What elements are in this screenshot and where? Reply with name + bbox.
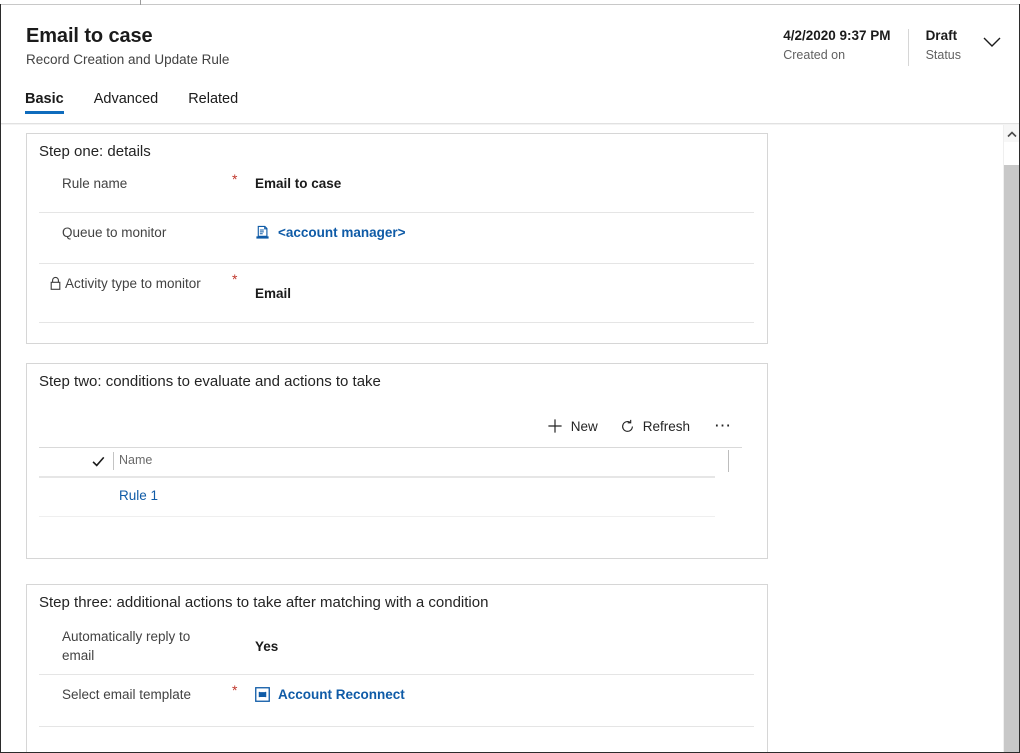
record-type-subtitle: Record Creation and Update Rule <box>26 52 230 67</box>
created-on-value: 4/2/2020 9:37 PM <box>783 28 891 43</box>
field-row-queue-to-monitor: Queue to monitor <account manager> <box>39 213 754 264</box>
tab-advanced[interactable]: Advanced <box>94 91 159 114</box>
section-step-one: Step one: details Rule name * Email to c… <box>26 133 768 344</box>
refresh-icon <box>620 419 635 434</box>
refresh-button[interactable]: Refresh <box>612 411 698 441</box>
header-field-separator <box>907 29 909 66</box>
section-title-step-one: Step one: details <box>39 143 151 160</box>
subgrid-toolbar: New Refresh ⋯ <box>39 408 754 444</box>
chevron-down-icon <box>983 35 1001 53</box>
tab-basic[interactable]: Basic <box>25 91 64 114</box>
required-indicator: * <box>232 171 238 187</box>
field-label-activity-type-text: Activity type to monitor <box>65 276 201 291</box>
email-template-icon <box>255 687 270 702</box>
field-label-email-template: Select email template <box>62 687 192 702</box>
form-content-area: Step one: details Rule name * Email to c… <box>1 125 1003 752</box>
table-row[interactable]: Rule 1 <box>39 478 742 516</box>
status-label: Status <box>925 48 961 62</box>
status-field: Draft Status <box>907 27 969 66</box>
subgrid-header-row: Name <box>39 448 742 476</box>
section-title-step-three: Step three: additional actions to take a… <box>39 594 489 611</box>
form-tabs: Basic Advanced Related <box>25 91 268 114</box>
field-value-email-template[interactable]: Account Reconnect <box>255 685 405 704</box>
refresh-button-label: Refresh <box>642 418 690 434</box>
field-label-activity-type: Activity type to monitor <box>49 274 225 293</box>
page-title: Email to case <box>26 25 153 47</box>
column-separator <box>113 452 114 470</box>
scrollbar-thumb[interactable] <box>1004 165 1019 752</box>
vertical-scrollbar[interactable] <box>1003 125 1019 752</box>
field-value-auto-reply[interactable]: Yes <box>255 637 278 656</box>
field-value-queue-to-monitor[interactable]: <account manager> <box>255 223 406 242</box>
field-row-email-template: Select email template * Account Reconnec… <box>39 675 754 727</box>
new-button[interactable]: New <box>539 411 606 441</box>
status-value: Draft <box>925 28 958 43</box>
section-step-two: Step two: conditions to evaluate and act… <box>26 363 768 559</box>
field-value-email-template-label: Account Reconnect <box>278 687 405 702</box>
column-separator-right <box>728 450 729 472</box>
lock-icon <box>49 276 62 296</box>
created-on-field: 4/2/2020 9:37 PM Created on <box>765 27 907 63</box>
field-row-auto-reply: Automatically reply to email Yes <box>39 617 754 675</box>
new-button-label: New <box>570 418 598 434</box>
field-value-queue-label: <account manager> <box>278 225 406 240</box>
field-value-activity-type[interactable]: Email <box>255 284 291 303</box>
table-cell-name-link[interactable]: Rule 1 <box>119 488 158 503</box>
field-value-rule-name[interactable]: Email to case <box>255 174 341 193</box>
required-indicator: * <box>232 682 238 698</box>
created-on-label: Created on <box>783 48 846 62</box>
required-indicator: * <box>232 271 238 287</box>
scroll-up-button[interactable] <box>1004 125 1019 142</box>
queue-icon <box>255 225 270 240</box>
field-label-queue-to-monitor: Queue to monitor <box>62 225 167 240</box>
section-step-three: Step three: additional actions to take a… <box>26 584 768 752</box>
field-label-rule-name: Rule name <box>62 176 128 191</box>
more-commands-button[interactable]: ⋯ <box>704 411 742 441</box>
field-row-rule-name: Rule name * Email to case <box>39 164 754 213</box>
select-all-checkmark-icon[interactable] <box>91 454 106 474</box>
tab-related[interactable]: Related <box>188 91 238 114</box>
section-title-step-two: Step two: conditions to evaluate and act… <box>39 373 381 390</box>
header-expand-button[interactable] <box>977 29 1007 59</box>
field-row-activity-type: Activity type to monitor * Email <box>39 264 754 323</box>
field-label-auto-reply: Automatically reply to email <box>62 629 191 663</box>
plus-icon <box>547 418 563 434</box>
subgrid-row-bottom-rule <box>39 516 715 517</box>
record-header: Email to case Record Creation and Update… <box>1 5 1019 123</box>
header-summary-fields: 4/2/2020 9:37 PM Created on Draft Status <box>765 27 1007 66</box>
chevron-up-icon <box>1006 125 1017 143</box>
record-form-window: Email to case Record Creation and Update… <box>0 0 1020 753</box>
column-header-name[interactable]: Name <box>119 453 152 467</box>
